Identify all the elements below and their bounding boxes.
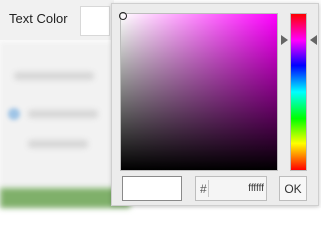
- ok-button[interactable]: OK: [279, 176, 307, 201]
- text-color-row: Text Color: [0, 0, 114, 40]
- hex-prefix: #: [200, 182, 207, 196]
- hue-slider[interactable]: [290, 13, 307, 171]
- color-preview: [122, 176, 182, 201]
- text-color-swatch[interactable]: [80, 6, 110, 36]
- hex-input[interactable]: [210, 178, 266, 199]
- background-text: [28, 110, 98, 118]
- hue-marker-left-icon[interactable]: [281, 35, 288, 45]
- hex-divider: [208, 180, 209, 197]
- hue-marker-right-icon[interactable]: [310, 35, 317, 45]
- background-text: [14, 72, 94, 80]
- saturation-brightness-handle[interactable]: [119, 12, 127, 20]
- hex-field[interactable]: #: [195, 176, 267, 201]
- text-color-label: Text Color: [9, 11, 68, 26]
- saturation-brightness-field[interactable]: [119, 12, 278, 171]
- background-radio: [8, 108, 20, 120]
- color-picker-popup: # OK: [111, 3, 319, 206]
- background-text: [28, 140, 88, 148]
